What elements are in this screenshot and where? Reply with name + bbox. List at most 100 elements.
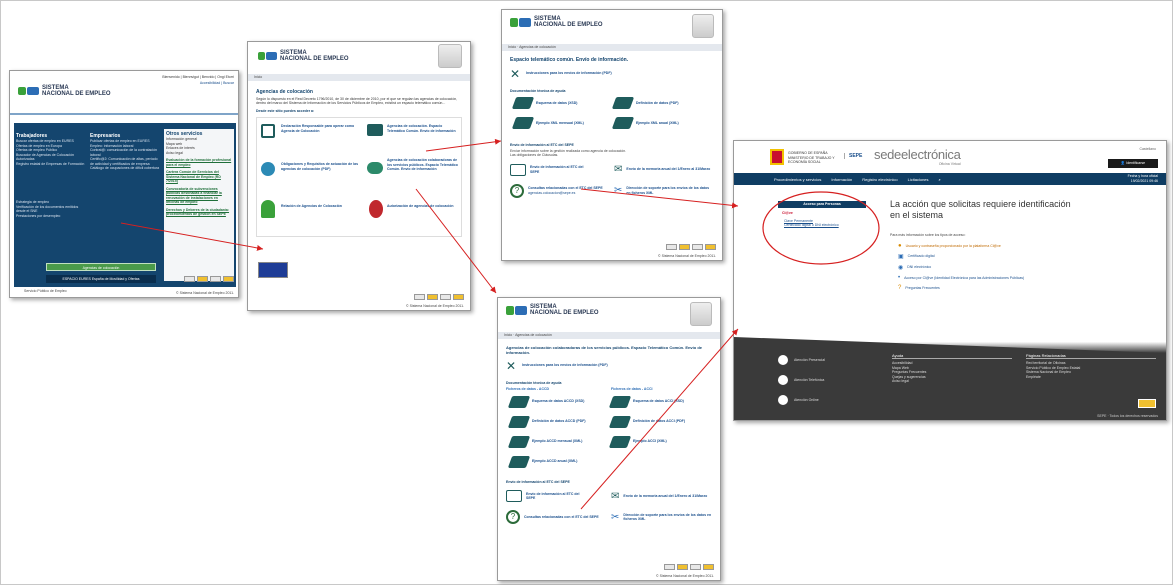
accessibility-badges xyxy=(184,276,234,282)
list-item[interactable]: Contrat@: comunicación de la contratació… xyxy=(90,148,160,157)
feature-link[interactable]: Evaluación de la formación profesional p… xyxy=(166,158,232,167)
agencias-highlight[interactable]: Agencias de colocación xyxy=(46,263,156,271)
nav-item[interactable]: Información xyxy=(831,177,852,182)
contact-link[interactable]: Atención Presencial xyxy=(794,358,825,363)
doc-link[interactable]: Esquema de datos ACCD (XSD) xyxy=(532,399,584,404)
breadcrumb[interactable]: Inicio · Agencias de colocación xyxy=(498,332,720,339)
access-link[interactable]: Preguntas Frecuentes xyxy=(905,286,939,291)
sne-logo[interactable]: SISTEMA NACIONAL DE EMPLEO xyxy=(510,16,603,28)
copyright: © Sistema Nacional de Empleo 2011. xyxy=(656,573,714,578)
access-link[interactable]: Usuario y contraseña proporcionado por l… xyxy=(906,244,1001,249)
send-info-link[interactable]: Envío de información al ETC del SEPE xyxy=(526,492,586,501)
support-link[interactable]: Dirección de soporte para los envíos de … xyxy=(626,186,714,195)
sne-logo[interactable]: SISTEMA NACIONAL DE EMPLEO xyxy=(18,85,111,97)
accessibility-badges xyxy=(666,244,716,250)
espacio-telematico-screenshot: SISTEMA NACIONAL DE EMPLEO Inicio · Agen… xyxy=(501,9,723,261)
sepe-logo[interactable]: SEPE xyxy=(844,153,862,159)
sne-logo[interactable]: SISTEMA NACIONAL DE EMPLEO xyxy=(258,50,349,62)
doc-link[interactable]: Ejemplo ACCD mensual (XML) xyxy=(532,439,582,444)
contact-link[interactable]: Consultas relacionadas con el ETC del SE… xyxy=(524,515,599,520)
doc-link[interactable]: Definición de datos ACCD (PDF) xyxy=(532,419,586,424)
send-text: Envíar información sobre la gestión real… xyxy=(510,148,627,158)
footer-link[interactable]: Empléate xyxy=(1026,375,1156,380)
doc-link[interactable]: Esquema de datos (XSD) xyxy=(536,101,577,106)
search-icon[interactable]: ⌕ xyxy=(939,177,941,182)
nav-item[interactable]: Licitaciones xyxy=(908,177,929,182)
item-link[interactable]: Obligaciones y Requisitos de actuación d… xyxy=(281,162,361,171)
item-link[interactable]: Declaración Responsable para operar como… xyxy=(281,124,361,133)
list-item[interactable]: Publicar ofertas de empleo en EURES xyxy=(90,139,160,144)
access-link[interactable]: Acceso por Cl@ve (Identidad Electrónica … xyxy=(904,276,1024,281)
footer-link[interactable]: Aviso legal xyxy=(892,379,1012,384)
contact-link[interactable]: Consultas relacionadas con el ETC del SE… xyxy=(528,186,603,195)
support-link[interactable]: Dirección de soporte para los envíos de … xyxy=(623,513,712,522)
question-icon: ? xyxy=(898,285,902,291)
sne-logo-icon xyxy=(258,52,277,60)
sepe-link[interactable]: Servicio Público de Empleo xyxy=(24,289,67,294)
contact-link[interactable]: Atención Telefónica xyxy=(794,378,824,383)
accessibility-badges xyxy=(664,564,714,570)
instructions-link[interactable]: Instrucciones para los envíos de informa… xyxy=(522,363,608,368)
doc-link[interactable]: Esquema de datos ACCI (XSD) xyxy=(633,399,684,404)
item-link[interactable]: Relación de Agencias de Colocación xyxy=(281,204,361,209)
list-item[interactable]: Buscador de Agencias de Colocación Autor… xyxy=(16,153,86,162)
sne-logo-icon xyxy=(510,17,531,27)
list-item[interactable]: Registro estatal de Empresas de Formació… xyxy=(16,162,86,167)
doc-link[interactable]: Definición de datos ACCI (PDF) xyxy=(633,419,685,424)
doc-link[interactable]: Ejemplo XML anual (XML) xyxy=(636,121,679,126)
official-datetime: Fecha y hora oficial 19/02/2021 09:46 xyxy=(1127,174,1158,183)
list-item[interactable]: Catálogo de ocupaciones de difícil cober… xyxy=(90,166,160,171)
annual-report-link[interactable]: Envío de la memoria anual del 1/Enero al… xyxy=(623,494,707,499)
accessibility-badges xyxy=(414,294,464,300)
item-link-colaboradoras[interactable]: Agencias de colocación colaboradoras de … xyxy=(387,158,463,172)
contact-link[interactable]: Atención Online xyxy=(794,398,819,403)
plant-icon xyxy=(261,200,275,218)
chat-icon xyxy=(778,395,788,405)
feature-link[interactable]: Derechos y Deberes de la ciudadanía: pro… xyxy=(166,208,232,217)
breadcrumb[interactable]: Inicio xyxy=(248,74,470,81)
breadcrumb[interactable]: Inicio · Agencias de colocación xyxy=(502,44,722,51)
send-info-link[interactable]: Envío de información al ETC del SEPE xyxy=(530,165,590,174)
list-item[interactable]: Aviso legal xyxy=(166,151,232,156)
access-panel: Acceso para Personas Cl@ve Clave Permane… xyxy=(778,201,866,241)
page-title: Agencias de colocación colaboradoras de … xyxy=(506,344,702,355)
access-link[interactable]: Certificado digital xyxy=(908,254,935,259)
nav-item[interactable]: Procedimientos y servicios xyxy=(774,177,821,182)
copyright: © Sistema Nacional de Empleo 2011. xyxy=(658,253,716,258)
header-figure-icon xyxy=(438,44,462,68)
form-icon xyxy=(261,124,275,138)
item-link-etc[interactable]: Agencias de colocación. Espacio Telemáti… xyxy=(387,124,461,133)
sede-logo[interactable]: sedeelectrónica Oficina Virtual xyxy=(874,147,961,167)
eures-bar[interactable]: ESPACIO EURES España de Movilidad y Ofer… xyxy=(46,275,156,283)
feature-link[interactable]: Cartera Común de Servicios del Sistema N… xyxy=(166,170,232,184)
page-title: Agencias de colocación xyxy=(256,88,313,95)
copyright: © Sistema Nacional de Empleo 2011. xyxy=(176,290,234,295)
accessibility-links[interactable]: Accesibilidad | Buscar xyxy=(200,81,234,86)
instructions-link[interactable]: Instrucciones para los envíos de informa… xyxy=(526,71,612,76)
sne-logo[interactable]: SISTEMA NACIONAL DE EMPLEO xyxy=(506,304,599,316)
certificate-icon: ▣ xyxy=(898,254,904,260)
spain-coat-icon xyxy=(770,149,784,165)
list-item[interactable]: Certific@2: Comunicación de altas, perío… xyxy=(90,157,160,166)
page-title: Espacio telemático común. Envío de infor… xyxy=(510,56,629,63)
item-link[interactable]: Autorización de agencias de colocación xyxy=(387,204,463,209)
identify-button[interactable]: 👤 Identificarse xyxy=(1108,159,1158,168)
doc-link[interactable]: Ejemplo ACCI (XML) xyxy=(633,439,667,444)
list-item[interactable]: Prestaciones por desempleo xyxy=(16,214,86,219)
related-title: Páginas Relacionadas xyxy=(1026,353,1156,359)
language-select[interactable]: Castellano xyxy=(1139,147,1156,152)
list-item[interactable]: Verificación de los documentos emitidos … xyxy=(16,205,86,214)
annual-report-link[interactable]: Envío de la memoria anual del 1/Enero al… xyxy=(626,167,710,172)
doc-link[interactable]: Ejemplo XML mensual (XML) xyxy=(536,121,584,126)
help-title: Ayuda xyxy=(892,353,1012,359)
section-title: Envío de información al ETC del SEPE xyxy=(510,143,574,147)
certificado-link[interactable]: Certificado digital o DNI electrónico xyxy=(784,223,860,228)
nav-item[interactable]: Registro electrónico xyxy=(862,177,897,182)
sne-logo-icon xyxy=(18,87,39,95)
tools-icon: ✂ xyxy=(614,185,623,196)
doc-link[interactable]: Definición de datos (PDF) xyxy=(636,101,679,106)
access-link[interactable]: DNI electrónico xyxy=(907,265,931,270)
doc-link[interactable]: Ejemplo ACCD anual (XML) xyxy=(532,459,577,464)
top-links[interactable]: Bienvenido | Biennvigut | Benvido | Ongi… xyxy=(162,75,234,80)
feature-link[interactable]: Convocatoria de subvenciones públicas de… xyxy=(166,187,232,205)
